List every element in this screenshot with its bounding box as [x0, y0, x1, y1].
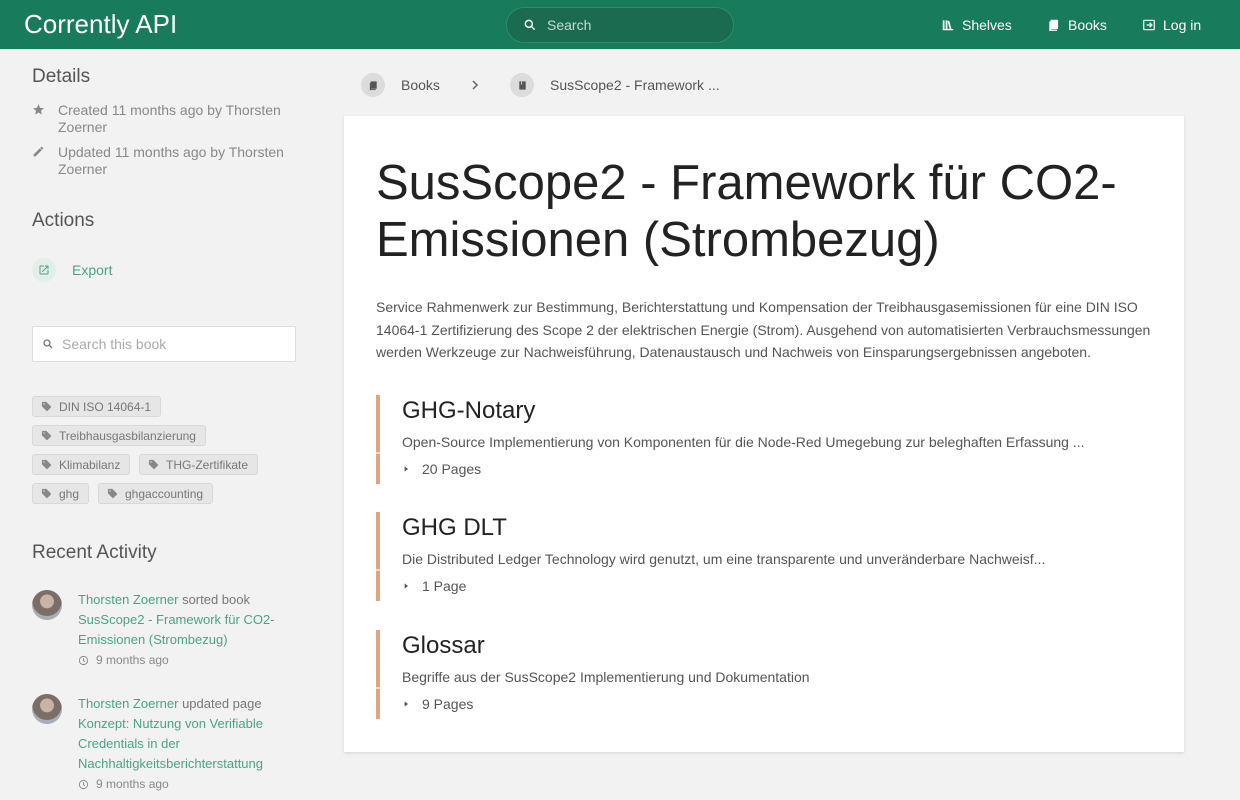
activity-time: 9 months ago — [78, 650, 292, 670]
book-description: Service Rahmenwerk zur Bestimmung, Beric… — [376, 299, 1151, 360]
tag-treibhausgas[interactable]: Treibhausgasbilanzierung — [32, 425, 206, 446]
activity-item: Thorsten Zoerner updated page Konzept: N… — [32, 694, 292, 794]
caret-right-icon — [404, 583, 408, 589]
activity-action: sorted book — [182, 592, 250, 607]
tag-label: THG-Zertifikate — [166, 457, 249, 472]
activity-item: Thorsten Zoerner sorted book SusScope2 -… — [32, 590, 292, 670]
chapter-pages-count: 1 Page — [422, 578, 467, 594]
books-icon — [1049, 19, 1059, 31]
chapter-title[interactable]: GHG-Notary — [402, 397, 535, 425]
tag-label: Treibhausgasbilanzierung — [59, 428, 196, 443]
activity-user-link[interactable]: Thorsten Zoerner — [78, 696, 178, 711]
global-search-input[interactable] — [547, 17, 717, 33]
shelves-icon — [942, 19, 954, 30]
chapter-pages-count: 9 Pages — [422, 696, 474, 712]
nav-books[interactable]: Books — [1047, 0, 1107, 49]
activity-target-link[interactable]: Konzept: Nutzung von Verifiable Credenti… — [78, 714, 292, 774]
clock-icon — [78, 655, 89, 665]
actions-heading: Actions — [32, 210, 95, 231]
breadcrumb-current-label: SusScope2 - Framework ... — [550, 77, 720, 93]
created-text: Created 11 months ago by Thorsten Zoerne… — [58, 102, 281, 135]
activity-time: 9 months ago — [78, 774, 292, 794]
avatar[interactable] — [32, 694, 62, 724]
tag-label: Klimabilanz — [59, 457, 121, 472]
chapter-description: Begriffe aus der SusScope2 Implementieru… — [402, 669, 810, 685]
chapter-pages-toggle[interactable]: 20 Pages — [402, 461, 481, 477]
app-title[interactable]: Corrently API — [24, 9, 177, 40]
search-icon — [524, 19, 536, 31]
updated-text: Updated 11 months ago by Thorsten Zoerne… — [58, 144, 284, 177]
chapter-accent-bar — [376, 630, 380, 719]
login-icon — [1143, 19, 1155, 30]
chapter-title[interactable]: GHG DLT — [402, 514, 507, 542]
nav-login[interactable]: Log in — [1142, 0, 1201, 49]
tag-icon — [41, 459, 52, 470]
external-link-icon — [39, 265, 49, 275]
activity-action: updated page — [182, 696, 262, 711]
recent-activity-heading: Recent Activity — [32, 542, 157, 563]
nav-login-label: Log in — [1163, 16, 1202, 33]
global-search[interactable] — [506, 7, 734, 43]
activity-time-text: 9 months ago — [96, 653, 169, 667]
search-icon — [43, 339, 53, 349]
tag-label: DIN ISO 14064-1 — [59, 399, 152, 414]
chapter-accent-bar — [376, 512, 380, 601]
breadcrumb-books[interactable]: Books — [361, 73, 440, 97]
breadcrumb-current-book[interactable]: SusScope2 - Framework ... — [510, 73, 720, 97]
pencil-icon — [33, 146, 44, 157]
clock-icon — [78, 779, 89, 789]
activity-target-link[interactable]: SusScope2 - Framework für CO2-Emissionen… — [78, 610, 292, 650]
nav-books-label: Books — [1068, 16, 1107, 33]
activity-time-text: 9 months ago — [96, 777, 169, 791]
top-header: Corrently API Shelves Books Log in — [0, 0, 1240, 49]
tag-klimabilanz[interactable]: Klimabilanz — [32, 454, 131, 475]
tag-icon — [107, 488, 118, 499]
caret-right-icon — [404, 466, 408, 472]
chapter-pages-count: 20 Pages — [422, 461, 482, 477]
chapter-pages-toggle[interactable]: 1 Page — [402, 578, 466, 594]
tag-din-iso[interactable]: DIN ISO 14064-1 — [32, 396, 162, 417]
activity-user-link[interactable]: Thorsten Zoerner — [78, 592, 178, 607]
nav-shelves[interactable]: Shelves — [941, 0, 1012, 49]
tag-label: ghgaccounting — [125, 486, 204, 501]
export-label: Export — [72, 262, 113, 278]
chapter-description: Open-Source Implementierung von Komponen… — [402, 434, 1085, 450]
page-title: SusScope2 - Framework für CO2-Emissionen… — [376, 156, 1117, 267]
star-icon — [33, 104, 44, 115]
tag-icon — [41, 488, 52, 499]
tag-ghg[interactable]: ghg — [32, 483, 90, 504]
book-icon — [518, 80, 526, 90]
tag-thg-zertifikate[interactable]: THG-Zertifikate — [139, 454, 259, 475]
tag-ghgaccounting[interactable]: ghgaccounting — [98, 483, 214, 504]
chapter-pages-toggle[interactable]: 9 Pages — [402, 696, 473, 712]
chapter-title[interactable]: Glossar — [402, 632, 485, 660]
details-heading: Details — [32, 66, 91, 87]
avatar[interactable] — [32, 590, 62, 620]
tag-icon — [41, 430, 52, 441]
chapter-accent-bar — [376, 395, 380, 484]
chapter-description: Die Distributed Ledger Technology wird g… — [402, 551, 1046, 567]
tag-label: ghg — [59, 486, 80, 501]
tag-icon — [41, 401, 52, 412]
tag-icon — [148, 459, 159, 470]
books-icon — [369, 80, 377, 90]
book-search[interactable] — [32, 326, 296, 362]
chevron-right-icon — [472, 80, 479, 90]
book-search-input[interactable] — [62, 336, 282, 352]
breadcrumb-books-label: Books — [401, 77, 440, 93]
created-meta: Created 11 months ago by Thorsten Zoerne… — [32, 102, 302, 136]
export-action[interactable]: Export — [32, 258, 112, 282]
updated-meta: Updated 11 months ago by Thorsten Zoerne… — [32, 144, 302, 178]
nav-shelves-label: Shelves — [962, 16, 1012, 33]
caret-right-icon — [404, 701, 408, 707]
